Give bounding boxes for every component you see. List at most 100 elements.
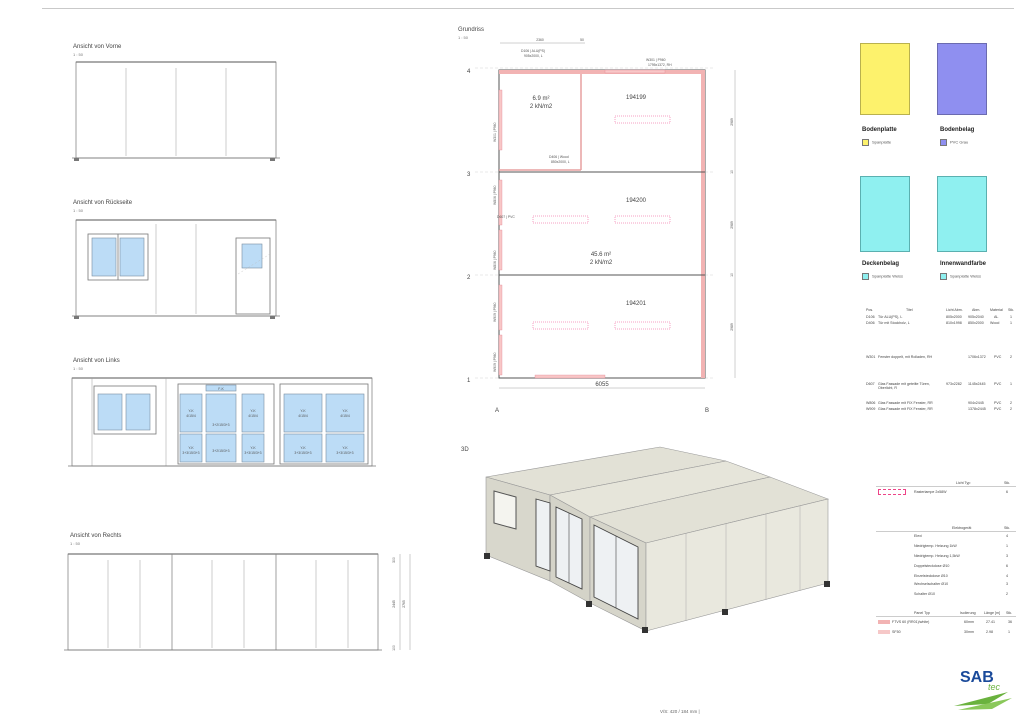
plan-row-1: 1 (467, 378, 471, 384)
top-border (42, 8, 1014, 9)
tag-d406: D406 | Wood (549, 155, 569, 159)
tag-w909b: W909 | P960 (493, 352, 497, 372)
front-view-title: Ansicht von Vorne (73, 44, 122, 50)
back-view-drawing (72, 219, 280, 319)
right-view-scale: 1 : 50 (70, 541, 81, 546)
glass-label-0: F-K (218, 387, 224, 391)
plan-row-4: 4 (467, 69, 471, 75)
right-dim-3: 100 (392, 645, 396, 651)
svg-text:850x2000, L: 850x2000, L (551, 160, 570, 164)
plan-top-dim-1: 50 (580, 38, 584, 42)
tag-d607: D607 | PVC (497, 215, 515, 219)
svg-text:3+3/15/3+3: 3+3/15/3+3 (294, 451, 311, 455)
bodenplatte-item: Spanplatte (862, 139, 891, 146)
svg-text:3+2/15/3+3: 3+2/15/3+3 (212, 449, 229, 453)
svg-text:3+3/15/3+3: 3+3/15/3+3 (336, 451, 353, 455)
svg-text:4/15/4: 4/15/4 (186, 414, 196, 418)
window-table: W301 Fenster doppelt, mit Rolladen, RH 1… (866, 355, 1016, 415)
left-view-title: Ansicht von Links (73, 358, 120, 364)
front-view-scale: 1 : 50 (73, 52, 84, 57)
room-194200: 194200 (626, 198, 647, 204)
plan-row-3: 3 (467, 172, 471, 178)
window-row: W909 Glas Fassade mit FIX Fenster, RR 13… (866, 407, 1012, 411)
plan-right-dim-4: 2989 (730, 323, 734, 331)
bodenplatte-swatch (860, 43, 910, 115)
door-row: D106 Tür ALU(PS), L 805x2000 905x2040 AL… (866, 315, 1012, 319)
small-room-area: 6.9 m² (532, 96, 549, 102)
big-area-load: 2 kN/m2 (590, 260, 613, 266)
window-row: D607 Glas Fassade mit geteilte Türen, Ob… (866, 382, 1012, 390)
tag-w806b: W806 | P960 (493, 250, 497, 270)
bodenbelag-title: Bodenbelag (940, 127, 975, 133)
innenwandfarbe-item: Spanplatte Weiss (940, 273, 981, 280)
front-view-drawing (72, 61, 280, 161)
big-area: 45.6 m² (591, 252, 611, 258)
deckenbelag-title: Deckenbelag (862, 261, 900, 267)
plan-col-A: A (495, 408, 499, 414)
right-dim-1: 2445 (392, 600, 396, 608)
plan-right-dim-3: 10 (730, 273, 734, 277)
room-194199: 194199 (626, 95, 647, 101)
3d-view (484, 446, 830, 633)
svg-text:Y-K: Y-K (300, 446, 306, 450)
light-table: Licht Typ Stk. Rasterlampe 2x58W 6 (876, 481, 1016, 501)
right-dim-2: 2765 (402, 600, 406, 608)
window-row: W301 Fenster doppelt, mit Rolladen, RH 1… (866, 355, 1012, 359)
plan-right-dim-2: 2989 (730, 221, 734, 229)
footer-scale: V/S: 420 / 184 mm | (660, 709, 700, 714)
svg-text:Y-K: Y-K (342, 409, 348, 413)
svg-text:Y-K: Y-K (342, 446, 348, 450)
svg-text:4/15/4: 4/15/4 (298, 414, 308, 418)
svg-text:Y-K: Y-K (250, 446, 256, 450)
3d-title: 3D (461, 447, 469, 453)
tag-d106: D106 | ALU(PS) (521, 49, 545, 53)
svg-text:4/15/4: 4/15/4 (248, 414, 258, 418)
door-row: D406 Tür mit Stockholz, L 810x1998 850x2… (866, 321, 1012, 325)
right-view-drawing: 300 2445 2765 100 (64, 553, 411, 651)
svg-text:Y-K: Y-K (188, 446, 194, 450)
back-window-left (91, 237, 117, 277)
plan-top-dim-0: 2360 (536, 38, 544, 42)
svg-text:4/15/4: 4/15/4 (340, 414, 350, 418)
tag-w806a: W806 | P960 (493, 185, 497, 205)
svg-text:3+3/15/3+3: 3+3/15/3+3 (244, 451, 261, 455)
tag-w301-top: W301 | P960 (646, 58, 666, 62)
logo-text-tec: tec (988, 682, 1001, 692)
tag-w301-left: W301 | P960 (493, 122, 497, 142)
plan-bottom-dim: 6055 (595, 382, 609, 388)
back-view-scale: 1 : 50 (73, 208, 84, 213)
bodenbelag-swatch (937, 43, 987, 115)
right-dim-0: 300 (392, 557, 396, 563)
floor-plan: 2360 50 4 3 2 1 A B 6.9 m² 2 kN/m2 19419… (467, 38, 736, 414)
deckenbelag-item: Spanplatte Weiss (862, 273, 903, 280)
window-row: W806 Glas Fassade mit FIX Fenster, RR 90… (866, 401, 1012, 405)
door-table: Pos. Titel Licht Abm. Abm. Material Stk.… (866, 308, 1016, 332)
svg-text:3+2/15/3+3: 3+2/15/3+3 (212, 423, 229, 427)
svg-text:Y-K: Y-K (300, 409, 306, 413)
small-room-load: 2 kN/m2 (530, 104, 553, 110)
svg-text:Y-K: Y-K (250, 409, 256, 413)
sabtec-logo: SAB tec (954, 669, 1012, 710)
plan-right-dim-0: 2989 (730, 118, 734, 126)
svg-text:905x2000, L: 905x2000, L (524, 54, 543, 58)
left-view-drawing: F-K Y-K 4/15/4 3+2/15/3+3 Y-K 4/15/4 Y-K… (68, 377, 376, 467)
deckenbelag-swatch (860, 176, 910, 252)
plan-col-B: B (705, 408, 709, 414)
back-window-right (119, 237, 145, 277)
plan-right-dim-1: 10 (730, 170, 734, 174)
svg-text:1795x1372, RH: 1795x1372, RH (648, 63, 672, 67)
svg-text:Y-K: Y-K (188, 409, 194, 413)
right-view-title: Ansicht von Rechts (70, 533, 122, 539)
innenwandfarbe-swatch (937, 176, 987, 252)
svg-text:3+3/15/3+3: 3+3/15/3+3 (182, 451, 199, 455)
electrical-table: Elektrogerät Stk. Elexi 4 Niedrigtemp. H… (876, 526, 1016, 602)
back-view-title: Ansicht von Rückseite (73, 200, 133, 206)
panel-table: Panel Typ Isolierung Länge [m] Stk. FTVS… (876, 611, 1016, 639)
bodenbelag-item: PVC Grau (940, 139, 968, 146)
bodenplatte-title: Bodenplatte (862, 127, 897, 133)
tag-w909a: W909 | P960 (493, 302, 497, 322)
innenwandfarbe-title: Innenwandfarbe (940, 261, 987, 267)
left-view-scale: 1 : 50 (73, 366, 84, 371)
door-table-header: Pos. Titel Licht Abm. Abm. Material Stk. (866, 308, 1015, 312)
room-194201: 194201 (626, 301, 647, 307)
